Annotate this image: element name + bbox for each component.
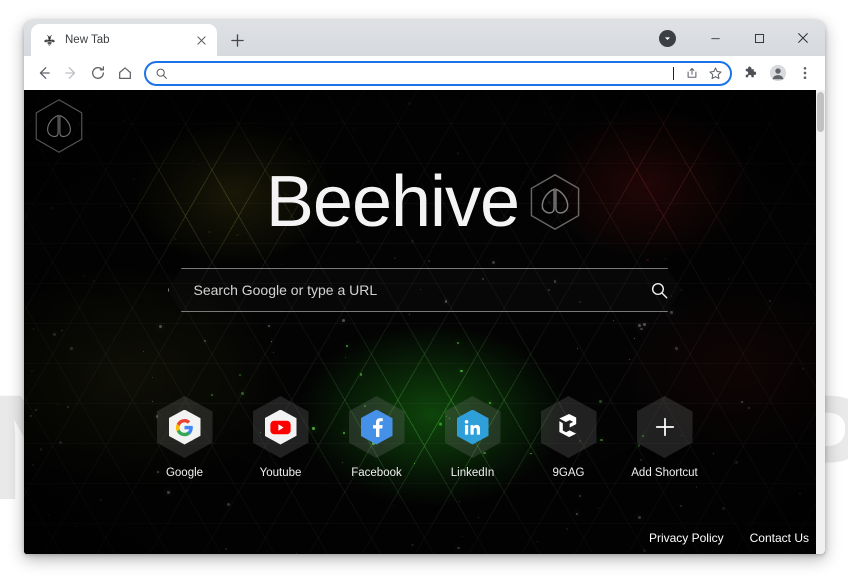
facebook-f-icon — [369, 417, 385, 437]
download-chevron-icon — [663, 34, 672, 43]
home-icon — [117, 65, 133, 81]
window-minimize-button[interactable] — [693, 20, 737, 56]
tab-title: New Tab — [65, 34, 185, 46]
shortcut-tile — [637, 396, 693, 458]
forward-button[interactable] — [58, 60, 84, 86]
page-search-input[interactable] — [168, 268, 638, 312]
tab-strip: New Tab — [24, 20, 825, 56]
page-search-box[interactable] — [168, 268, 682, 312]
address-bar[interactable] — [144, 61, 732, 86]
shortcut-facebook[interactable]: Facebook — [345, 396, 409, 479]
shortcut-inner-hex — [361, 410, 393, 445]
tab-close-icon[interactable] — [193, 32, 209, 48]
address-bar-actions — [681, 62, 726, 84]
browser-window: New Tab Beehive Search Google or type a … — [24, 20, 825, 554]
shortcut-inner-hex — [457, 410, 489, 445]
share-icon — [685, 66, 699, 80]
search-icon — [155, 67, 168, 80]
new-tab-button[interactable] — [223, 26, 251, 54]
puzzle-piece-icon — [743, 65, 760, 82]
shortcut-tile — [445, 396, 501, 458]
shortcut-tile — [541, 396, 597, 458]
share-button[interactable] — [681, 62, 703, 84]
page-search-submit-button[interactable] — [638, 268, 682, 312]
youtube-icon — [270, 420, 291, 435]
download-indicator-button[interactable] — [659, 30, 676, 47]
back-button[interactable] — [31, 60, 57, 86]
shortcut-youtube[interactable]: Youtube — [249, 396, 313, 479]
bookmark-button[interactable] — [704, 62, 726, 84]
magnifier-icon — [650, 281, 669, 300]
home-button[interactable] — [112, 60, 138, 86]
plus-icon — [231, 34, 244, 47]
shortcut-inner-hex — [169, 410, 201, 445]
star-icon — [708, 66, 723, 81]
browser-toolbar — [24, 56, 825, 90]
shortcut-tile — [253, 396, 309, 458]
bee-icon — [42, 33, 57, 48]
reload-button[interactable] — [85, 60, 111, 86]
shortcut-label: Google — [166, 467, 203, 479]
page-scrollbar-thumb[interactable] — [817, 92, 824, 132]
ninegag-icon — [556, 414, 581, 441]
brand-row: Beehive — [266, 166, 583, 238]
shortcut-label: Facebook — [351, 467, 402, 479]
page-title: Beehive — [266, 166, 519, 238]
shortcut-inner-hex — [265, 410, 297, 445]
shortcut-add[interactable]: Add Shortcut — [633, 396, 697, 479]
shortcut-label: 9GAG — [553, 467, 585, 479]
window-maximize-button[interactable] — [737, 20, 781, 56]
plus-icon — [654, 416, 676, 438]
maximize-icon — [754, 33, 765, 44]
linkedin-in-icon — [463, 418, 482, 437]
contact-us-link[interactable]: Contact Us — [750, 531, 809, 545]
shortcut-tile — [157, 396, 213, 458]
privacy-policy-link[interactable]: Privacy Policy — [649, 531, 724, 545]
extensions-button[interactable] — [738, 60, 764, 86]
address-bar-input[interactable] — [175, 63, 670, 84]
minimize-icon — [710, 33, 721, 44]
desktop-background: N P New Tab — [0, 0, 848, 577]
window-close-button[interactable] — [781, 20, 825, 56]
forward-arrow-icon — [63, 65, 79, 81]
profile-button[interactable] — [765, 60, 791, 86]
three-dot-menu-icon — [797, 65, 813, 81]
address-bar-caret — [673, 67, 674, 80]
shortcut-label: LinkedIn — [451, 467, 494, 479]
browser-tab-new-tab[interactable]: New Tab — [31, 24, 217, 56]
shortcut-9gag[interactable]: 9GAG — [537, 396, 601, 479]
shortcut-label: Add Shortcut — [631, 467, 697, 479]
google-g-icon — [175, 418, 194, 437]
shortcut-tiles: Google Youtube Facebook LinkedIn 9GAG Ad… — [153, 396, 697, 479]
page-footer: Privacy Policy Contact Us — [649, 531, 809, 545]
page-viewport: Beehive Search Google or type a URL Goog… — [24, 90, 825, 554]
beehive-hex-logo-icon — [527, 173, 583, 231]
close-icon — [797, 32, 809, 44]
close-icon — [197, 36, 206, 45]
back-arrow-icon — [36, 65, 52, 81]
shortcut-google[interactable]: Google — [153, 396, 217, 479]
account-avatar-icon — [769, 64, 787, 82]
shortcut-label: Youtube — [260, 467, 302, 479]
browser-menu-button[interactable] — [792, 60, 818, 86]
shortcut-tile — [349, 396, 405, 458]
page-scrollbar[interactable] — [816, 90, 825, 554]
window-controls — [659, 20, 825, 56]
new-tab-page-content: Beehive Search Google or type a URL Goog… — [24, 90, 825, 554]
reload-icon — [90, 65, 106, 81]
shortcut-linkedin[interactable]: LinkedIn — [441, 396, 505, 479]
